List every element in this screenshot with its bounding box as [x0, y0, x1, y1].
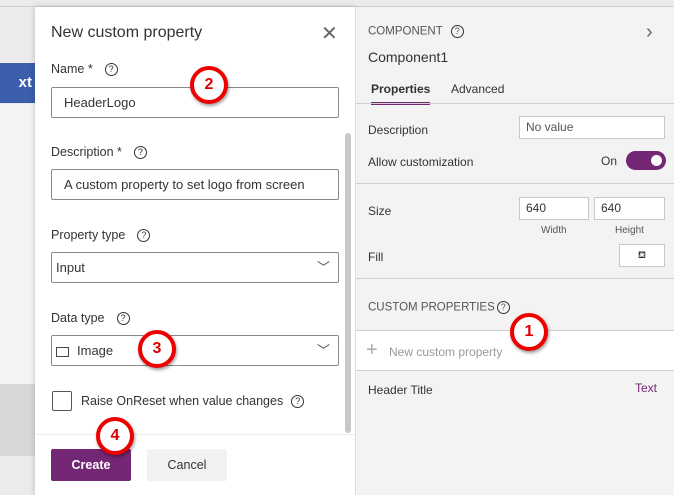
component-name: Component1 [368, 49, 449, 65]
image-icon [56, 346, 69, 357]
cancel-button[interactable]: Cancel [147, 449, 227, 481]
canvas-footer [0, 384, 36, 456]
help-icon[interactable]: ? [450, 25, 464, 38]
paint-bucket-icon: ⛾ [637, 250, 647, 261]
help-icon[interactable]: ? [133, 146, 147, 160]
description-input[interactable]: A custom property to set logo from scree… [51, 169, 339, 200]
help-icon[interactable]: ? [137, 229, 151, 243]
fill-label: Fill [368, 250, 384, 264]
allow-customization-toggle[interactable] [626, 151, 666, 170]
allow-customization-label: Allow customization [368, 155, 474, 169]
component-properties-panel: COMPONENT? › Component1 Properties Advan… [355, 7, 674, 495]
name-label: Name *? [51, 62, 118, 77]
size-label: Size [368, 204, 392, 218]
help-icon[interactable]: ? [104, 63, 118, 77]
width-label: Width [541, 225, 567, 236]
data-type-select[interactable]: Image ﹀ [51, 335, 339, 366]
property-type-value: Input [56, 260, 85, 275]
canvas-area [0, 104, 36, 384]
annotation-badge-4: 4 [96, 417, 134, 455]
divider [356, 103, 674, 104]
close-icon[interactable]: ✕ [321, 21, 338, 46]
canvas-button[interactable]: xt [0, 63, 36, 103]
height-label: Height [615, 225, 644, 236]
tab-properties[interactable]: Properties [371, 82, 431, 105]
chevron-down-icon: ﹀ [316, 260, 330, 275]
description-input[interactable]: No value [519, 116, 665, 139]
data-type-label: Data type? [51, 311, 130, 326]
component-section-label: COMPONENT? [368, 25, 464, 38]
footer-divider [35, 434, 355, 435]
divider [356, 183, 674, 184]
fill-color-picker[interactable]: ⛾ [619, 244, 665, 267]
help-icon[interactable]: ? [496, 301, 510, 314]
divider [356, 278, 674, 279]
width-input[interactable]: 640 [519, 197, 589, 220]
data-type-value: Image [77, 343, 114, 358]
description-label: Description [368, 123, 429, 137]
help-icon[interactable]: ? [116, 312, 130, 326]
property-name: Header Title [368, 383, 433, 397]
chevron-down-icon: ﹀ [316, 343, 330, 358]
new-custom-property-label: New custom property [389, 345, 503, 359]
scrollbar[interactable] [345, 133, 351, 433]
height-input[interactable]: 640 [594, 197, 665, 220]
toggle-state: On [601, 154, 618, 168]
dialog-title: New custom property [51, 24, 203, 41]
annotation-badge-2: 2 [190, 66, 228, 104]
raise-onreset-label: Raise OnReset when value changes? [81, 394, 305, 409]
description-label: Description *? [51, 145, 147, 160]
help-icon[interactable]: ? [291, 395, 305, 409]
custom-property-row[interactable]: Header Title Text [356, 375, 674, 401]
property-type-select[interactable]: Input ﹀ [51, 252, 339, 283]
raise-onreset-checkbox[interactable] [52, 391, 72, 411]
chevron-right-icon[interactable]: › [646, 21, 653, 44]
property-type-label: Property type? [51, 228, 151, 243]
plus-icon: + [366, 339, 378, 361]
tab-advanced[interactable]: Advanced [451, 82, 504, 96]
annotation-badge-1: 1 [510, 313, 548, 351]
property-type: Text [635, 381, 658, 395]
annotation-badge-3: 3 [138, 330, 176, 368]
custom-properties-label: CUSTOM PROPERTIES? [368, 301, 510, 314]
